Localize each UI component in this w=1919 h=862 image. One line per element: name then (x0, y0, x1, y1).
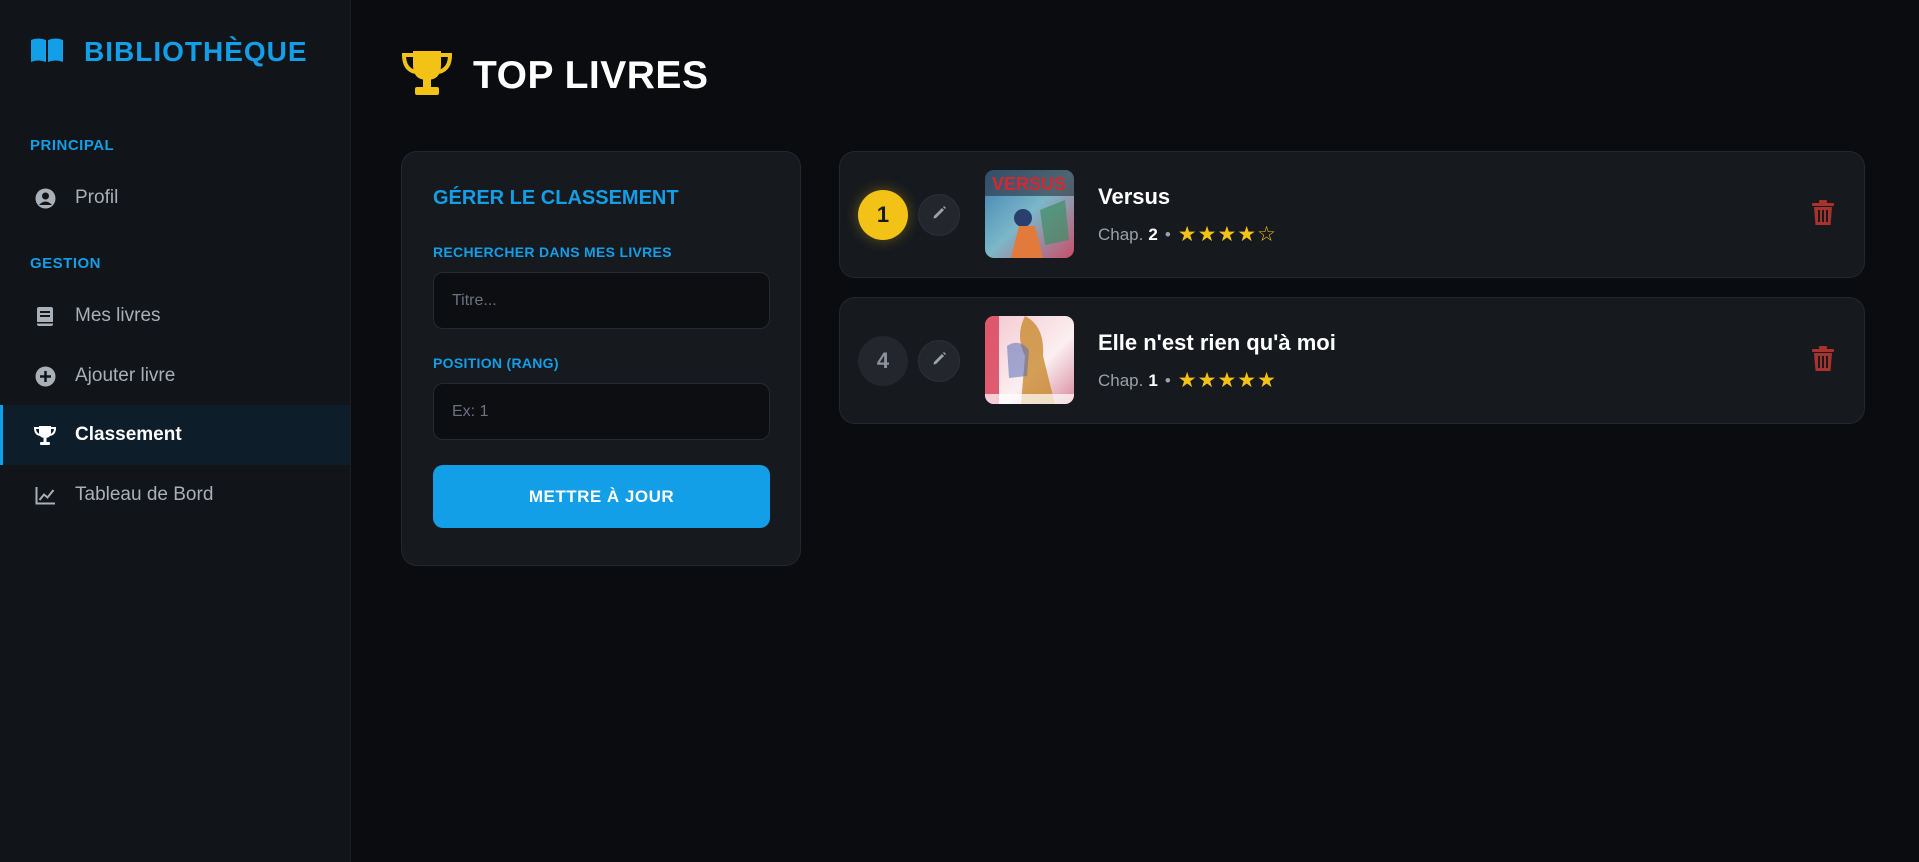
sidebar-item-label: Tableau de Bord (75, 484, 214, 505)
book-cover-image (985, 316, 1074, 404)
edit-button[interactable] (918, 340, 960, 382)
sidebar-item-label: Mes livres (75, 305, 161, 326)
trash-icon (1812, 345, 1834, 377)
edit-button[interactable] (918, 194, 960, 236)
page-header: TOP LIVRES (401, 50, 708, 101)
sidebar-item-tableau-de-bord[interactable]: Tableau de Bord (0, 465, 350, 525)
sidebar-item-ajouter-livre[interactable]: Ajouter livre (0, 346, 350, 406)
line-chart-icon (34, 484, 56, 506)
sidebar-item-label: Ajouter livre (75, 365, 176, 386)
update-button[interactable]: METTRE À JOUR (433, 465, 770, 528)
ranking-form-card: GÉRER LE CLASSEMENT RECHERCHER DANS MES … (401, 151, 801, 566)
section-label-gestion: GESTION (30, 255, 102, 272)
main-content: TOP LIVRES GÉRER LE CLASSEMENT RECHERCHE… (351, 0, 1919, 862)
rank-badge: 1 (858, 190, 908, 240)
cover-title-text: VERSUS (992, 174, 1066, 194)
book-icon (34, 305, 56, 327)
sidebar-item-label: Classement (75, 424, 182, 445)
ranking-item: 4 Elle n'est rien qu'à moi Chap. 1 • ★★★… (839, 297, 1865, 424)
sidebar-item-label: Profil (75, 187, 119, 208)
meta-separator: • (1164, 370, 1171, 390)
book-title: Versus (1098, 184, 1171, 209)
user-circle-icon (34, 187, 56, 209)
sidebar: BIBLIOTHÈQUE PRINCIPAL Profil GESTION Me… (0, 0, 351, 862)
delete-button[interactable] (1810, 199, 1836, 231)
search-label: RECHERCHER DANS MES LIVRES (433, 244, 672, 260)
book-meta: Chap. 1 • ★★★★★ (1098, 368, 1277, 393)
search-input[interactable] (433, 272, 770, 329)
app-root: BIBLIOTHÈQUE PRINCIPAL Profil GESTION Me… (0, 0, 1919, 862)
book-title: Elle n'est rien qu'à moi (1098, 330, 1336, 355)
trophy-icon (401, 50, 453, 101)
position-input[interactable] (433, 383, 770, 440)
star-rating: ★★★★★ (1177, 369, 1277, 392)
sidebar-item-mes-livres[interactable]: Mes livres (0, 286, 350, 346)
delete-button[interactable] (1810, 345, 1836, 377)
chapter-prefix: Chap. (1098, 370, 1144, 390)
sidebar-item-profil[interactable]: Profil (0, 168, 350, 228)
pencil-icon (932, 205, 947, 225)
chapter-prefix: Chap. (1098, 224, 1144, 244)
brand-name: BIBLIOTHÈQUE (84, 36, 308, 67)
star-rating: ★★★★☆ (1177, 223, 1277, 246)
plus-circle-icon (34, 365, 56, 387)
trophy-icon (34, 424, 56, 446)
open-book-icon (30, 37, 64, 68)
page-title: TOP LIVRES (473, 53, 709, 97)
sidebar-item-classement[interactable]: Classement (0, 405, 350, 465)
book-meta: Chap. 2 • ★★★★☆ (1098, 222, 1277, 247)
form-title: GÉRER LE CLASSEMENT (433, 187, 679, 209)
brand[interactable]: BIBLIOTHÈQUE (30, 36, 308, 68)
meta-separator: • (1164, 224, 1171, 244)
chapter-number: 2 (1148, 224, 1158, 244)
chapter-number: 1 (1148, 370, 1158, 390)
rank-badge: 4 (858, 336, 908, 386)
section-label-principal: PRINCIPAL (30, 137, 115, 154)
position-label: POSITION (RANG) (433, 355, 559, 371)
trash-icon (1812, 199, 1834, 231)
ranking-item: 1 VERSUS Versus Chap. 2 • ★★★★☆ (839, 151, 1865, 278)
pencil-icon (932, 351, 947, 371)
book-cover-image: VERSUS (985, 170, 1074, 258)
